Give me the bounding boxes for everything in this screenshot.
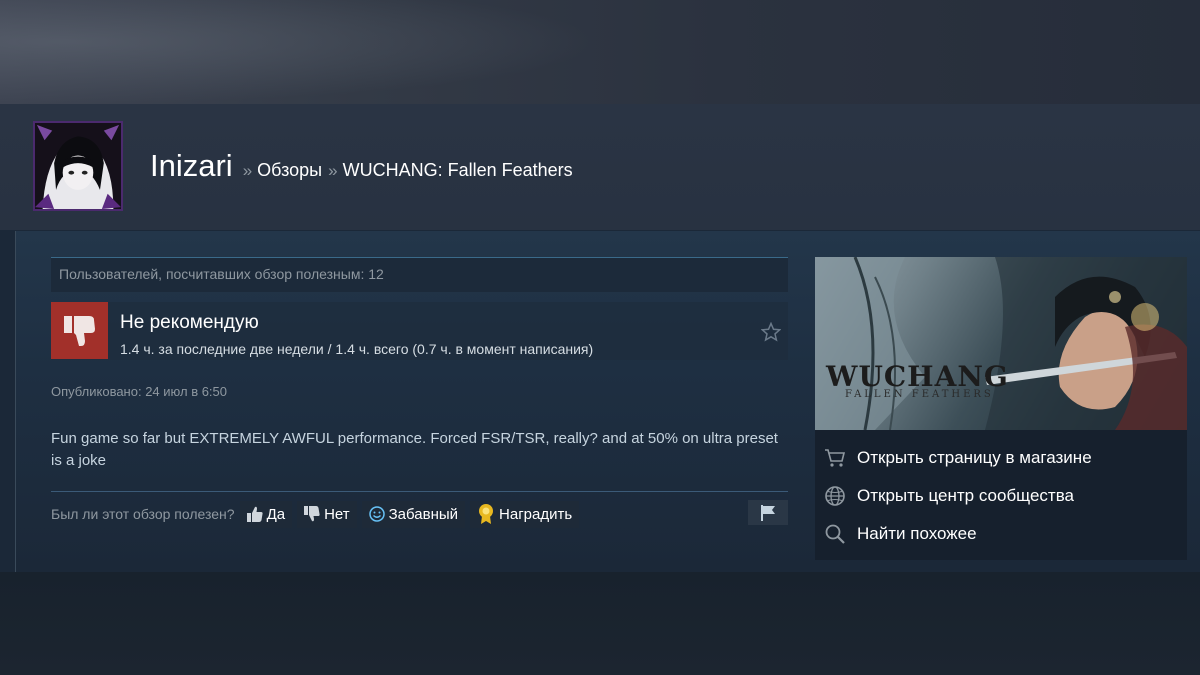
globe-icon — [823, 484, 847, 508]
thumbs-up-icon — [246, 506, 263, 522]
profile-header: Inizari » Обзоры » WUCHANG: Fallen Feath… — [0, 104, 1200, 230]
breadcrumb-reviews-link[interactable]: Обзоры — [257, 160, 322, 181]
verdict-label: Не рекомендую — [120, 312, 259, 333]
review-verdict-box: Не рекомендую 1.4 ч. за последние две не… — [51, 302, 788, 360]
star-icon[interactable] — [761, 322, 781, 342]
thumbs-down-icon — [63, 315, 95, 346]
smiley-icon — [368, 506, 385, 522]
vote-yes-button[interactable]: Да — [239, 500, 293, 528]
thumbs-down-icon — [304, 506, 320, 522]
game-capsule-image[interactable]: WUCHANG FALLEN FEATHERS — [815, 257, 1187, 430]
store-page-label: Открыть страницу в магазине — [857, 448, 1092, 467]
divider — [51, 491, 788, 492]
vote-no-button[interactable]: Нет — [297, 500, 357, 528]
vote-no-label: Нет — [324, 505, 350, 523]
helpful-count: Пользователей, посчитавших обзор полезны… — [51, 257, 788, 292]
award-label: Наградить — [499, 505, 573, 523]
vote-yes-label: Да — [266, 505, 286, 523]
breadcrumb-game-link[interactable]: WUCHANG: Fallen Feathers — [343, 160, 573, 181]
game-logo-subtitle: FALLEN FEATHERS — [845, 389, 994, 400]
breadcrumb-separator: » — [242, 161, 253, 180]
vote-funny-button[interactable]: Забавный — [361, 500, 466, 528]
breadcrumb: Inizari » Обзоры » WUCHANG: Fallen Feath… — [150, 148, 573, 184]
vote-funny-label: Забавный — [388, 505, 459, 523]
breadcrumb-username[interactable]: Inizari — [150, 148, 233, 184]
page-footer-area — [0, 572, 1200, 675]
thumbs-down-badge — [51, 302, 108, 359]
search-icon — [823, 522, 847, 546]
breadcrumb-separator: » — [328, 161, 338, 180]
game-artwork — [815, 257, 1187, 430]
find-similar-link[interactable]: Найти похожее — [823, 519, 977, 549]
cart-icon — [823, 446, 847, 470]
report-button[interactable] — [748, 500, 788, 525]
avatar[interactable] — [33, 121, 123, 211]
playtime-hours: 1.4 ч. за последние две недели / 1.4 ч. … — [120, 341, 594, 357]
vote-question: Был ли этот обзор полезен? — [51, 506, 235, 522]
flag-icon — [761, 504, 775, 521]
store-page-link[interactable]: Открыть страницу в магазине — [823, 443, 1092, 473]
community-hub-link[interactable]: Открыть центр сообщества — [823, 481, 1074, 511]
game-sidebar: WUCHANG FALLEN FEATHERS Открыть страницу… — [815, 257, 1187, 560]
avatar-image — [35, 123, 121, 209]
find-similar-label: Найти похожее — [857, 524, 977, 543]
background-banner — [0, 0, 1200, 104]
vote-controls: Был ли этот обзор полезен? Да Нет Забавн… — [51, 500, 584, 528]
award-button[interactable]: Наградить — [470, 500, 580, 528]
community-hub-label: Открыть центр сообщества — [857, 486, 1075, 505]
review-body: Fun game so far but EXTREMELY AWFUL perf… — [51, 430, 778, 469]
award-icon — [479, 504, 494, 524]
posted-date: Опубликовано: 24 июл в 6:50 — [51, 384, 228, 399]
